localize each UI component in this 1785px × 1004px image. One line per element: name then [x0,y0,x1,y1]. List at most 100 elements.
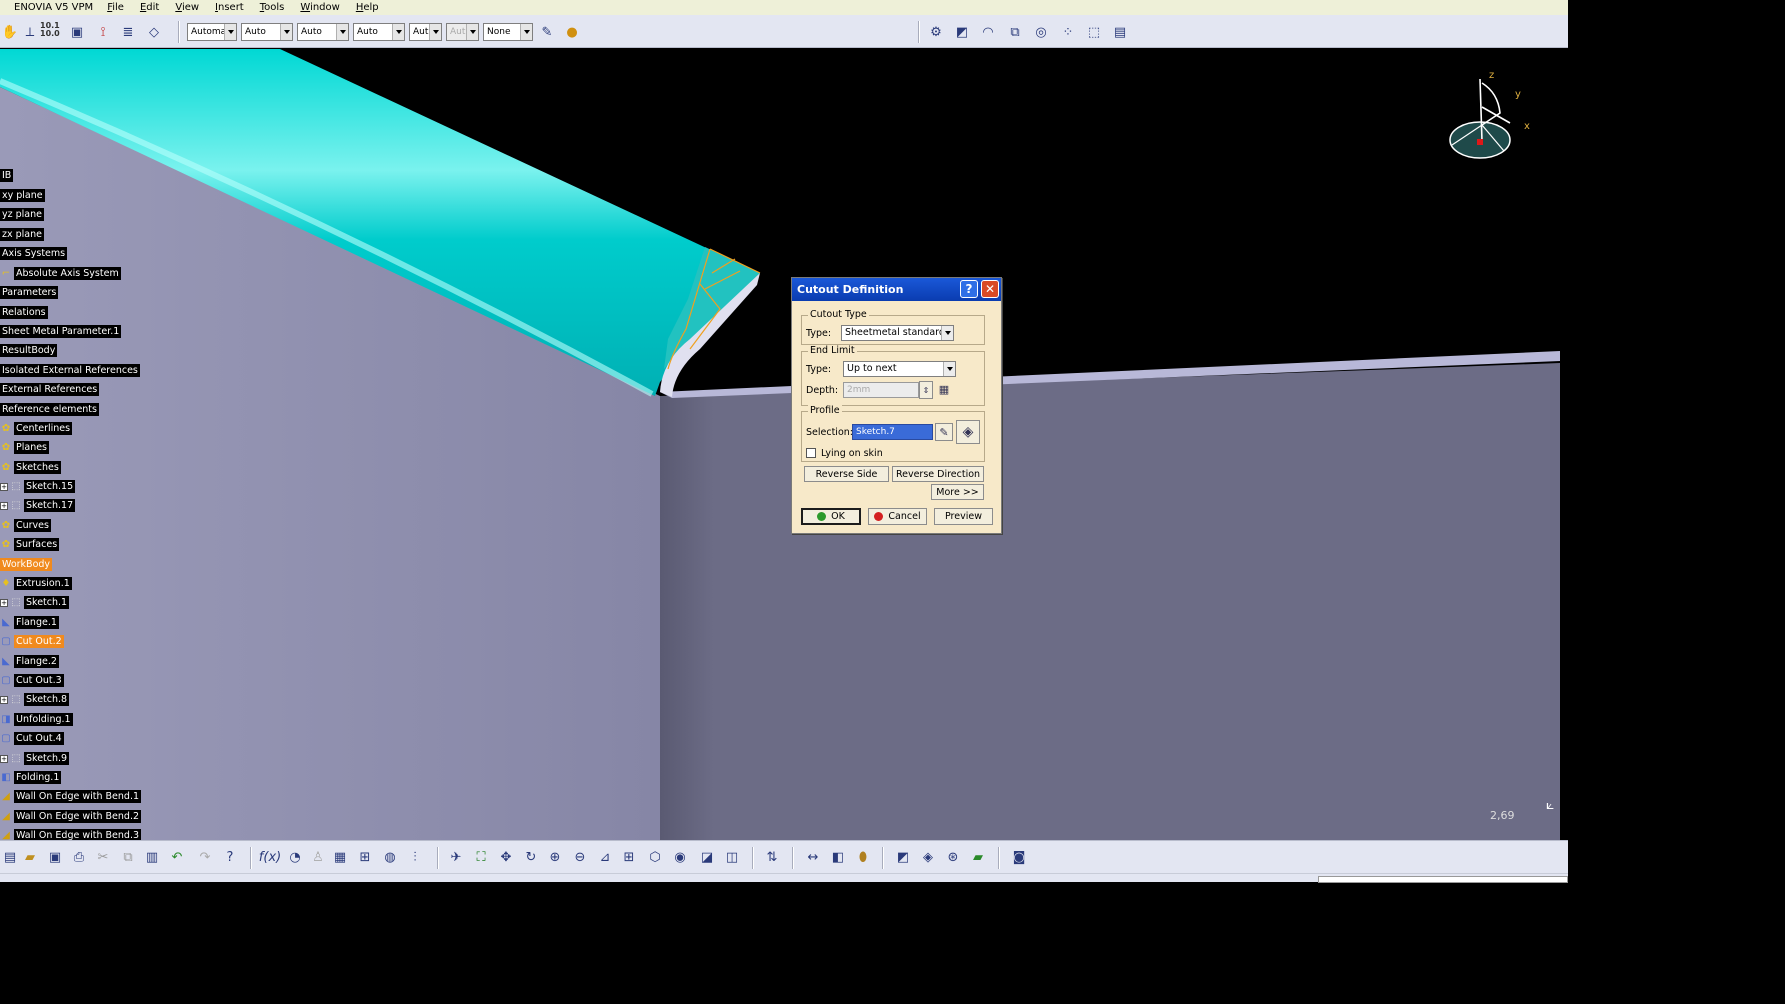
whats-this-icon[interactable]: ? [220,847,240,867]
tree-item[interactable]: xy plane [0,189,45,202]
tree-item[interactable]: + ⬚ Sketch.17 [0,499,76,512]
swap-visible-icon[interactable]: ◫ [722,847,742,867]
tree-item[interactable]: ▢ Cut Out.4 [0,732,64,745]
pan-icon[interactable]: ✥ [496,847,516,867]
tree-item[interactable]: Axis Systems [0,247,68,260]
tree-item[interactable]: zx plane [0,228,44,241]
expand-icon[interactable]: + [0,598,8,607]
preview-button[interactable]: Preview [934,508,993,525]
line-thickness-combo[interactable]: Auto [297,23,349,41]
pattern-icon[interactable]: ⁘ [1058,22,1078,42]
save-icon[interactable]: ▣ [45,847,65,867]
painter-icon[interactable]: ✎ [537,22,557,42]
tree-item[interactable]: ⌐ Absolute Axis System [0,267,121,280]
corner-icon[interactable]: ⬚ [1084,22,1104,42]
hide-show-icon[interactable]: ◪ [697,847,717,867]
dimension-icon[interactable]: ⫶ [405,847,425,867]
point-symbol-combo[interactable]: Aut [409,23,442,41]
formula-icon[interactable]: f(x) [259,847,281,867]
tree-item[interactable]: ✿ Centerlines [0,422,73,435]
layers-icon[interactable]: ≣ [118,22,138,42]
tree-item[interactable]: ◢ Wall On Edge with Bend.1 [0,790,142,803]
tree-item[interactable]: Reference elements [0,403,99,416]
apply-material-icon[interactable]: ◩ [893,847,913,867]
update-icon[interactable]: ⇅ [762,847,782,867]
command-field[interactable] [1318,876,1568,883]
tree-item[interactable]: Relations [0,306,48,319]
tree-item[interactable]: ResultBody [0,344,58,357]
expand-icon[interactable]: + [0,501,8,510]
sketch-edit-icon[interactable]: ✎ [935,423,953,441]
part-geometry[interactable] [0,49,1568,840]
catalog-icon[interactable]: ◍ [380,847,400,867]
axis-icon[interactable]: ⟂ [20,22,40,42]
profile-selection-field[interactable]: Sketch.7 [852,424,933,440]
print-icon[interactable]: ⎙ [69,847,89,867]
measure-inertia-icon[interactable]: ⬮ [853,847,873,867]
paste-icon[interactable]: ▥ [142,847,162,867]
knowledge-icon[interactable]: ◔ [285,847,305,867]
tree-item[interactable]: Isolated External References [0,364,140,377]
layer-combo[interactable]: None [483,23,533,41]
cutout-type-combo[interactable]: Sheetmetal standard [841,325,954,341]
transparency-combo[interactable]: Auto [241,23,293,41]
menu-tools[interactable]: Tools [252,2,293,13]
flange-tool-icon[interactable]: ◩ [952,22,972,42]
reverse-direction-button[interactable]: Reverse Direction [892,466,984,482]
color-combo[interactable]: Automa [187,23,237,41]
bend-icon[interactable]: ◠ [978,22,998,42]
normal-view-icon[interactable]: ⊿ [595,847,615,867]
tree-item[interactable]: Sheet Metal Parameter.1 [0,325,122,338]
fit-all-icon[interactable]: ⛶ [471,847,491,867]
tree-item[interactable]: ♦ Extrusion.1 [0,577,72,590]
fly-icon[interactable]: ✈ [446,847,466,867]
help-button[interactable]: ? [960,280,978,298]
measure-item-icon[interactable]: ◧ [828,847,848,867]
gear-icon[interactable]: ⚙ [926,22,946,42]
tree-item[interactable]: yz plane [0,208,44,221]
reverse-side-button[interactable]: Reverse Side [804,466,889,482]
expand-icon[interactable]: + [0,482,8,491]
compass[interactable]: z y x [1440,67,1540,167]
tree-item[interactable]: + ⬚ Sketch.15 [0,480,76,493]
measure-icon[interactable]: 10.1 10.0 [40,20,60,40]
rotate-icon[interactable]: ↻ [521,847,541,867]
undo-icon[interactable]: ↶ [167,847,187,867]
hole-icon[interactable]: ◎ [1031,22,1051,42]
shading-icon[interactable]: ◉ [670,847,690,867]
stamp-icon[interactable]: ▤ [1110,22,1130,42]
open-icon[interactable]: ▰ [20,847,40,867]
measure-between-icon[interactable]: ↔ [803,847,823,867]
expand-icon[interactable]: + [0,754,8,763]
tree-item[interactable]: ◣ Flange.2 [0,655,59,668]
tree-item[interactable]: ✿ Sketches [0,461,61,474]
unfold-icon[interactable]: ⧉ [1005,22,1025,42]
tree-item[interactable]: ◣ Flange.1 [0,616,59,629]
menu-edit[interactable]: Edit [132,2,167,13]
zoom-out-icon[interactable]: ⊖ [570,847,590,867]
lying-on-skin-checkbox[interactable] [806,448,816,458]
tree-item[interactable]: ◨ Unfolding.1 [0,713,73,726]
sketcher-icon[interactable]: ◈ [956,420,980,444]
cancel-button[interactable]: Cancel [868,508,927,525]
tree-item[interactable]: ▢ Cut Out.3 [0,674,64,687]
capture-icon[interactable]: ◙ [1009,847,1029,867]
table-icon[interactable]: ▦ [330,847,350,867]
close-button[interactable]: ✕ [981,280,999,298]
dialog-titlebar[interactable]: Cutout Definition ? ✕ [792,278,1001,301]
tree-item[interactable]: + ⬚ Sketch.9 [0,752,70,765]
tree-item[interactable]: ✿ Planes [0,441,50,454]
tree-item[interactable]: ◢ Wall On Edge with Bend.3 [0,829,142,840]
tree-item[interactable]: External References [0,383,100,396]
tree-item[interactable]: ◧ Folding.1 [0,771,62,784]
expand-icon[interactable]: + [0,695,8,704]
tree-item[interactable]: ◢ Wall On Edge with Bend.2 [0,810,142,823]
menu-file[interactable]: File [99,2,132,13]
menu-window[interactable]: Window [292,2,347,13]
multi-view-icon[interactable]: ⊞ [619,847,639,867]
tree-item[interactable]: + ⬚ Sketch.8 [0,693,70,706]
menu-view[interactable]: View [167,2,207,13]
render-icon[interactable]: ◈ [918,847,938,867]
zoom-in-icon[interactable]: ⊕ [545,847,565,867]
light-bulb-icon[interactable]: ● [562,22,582,42]
